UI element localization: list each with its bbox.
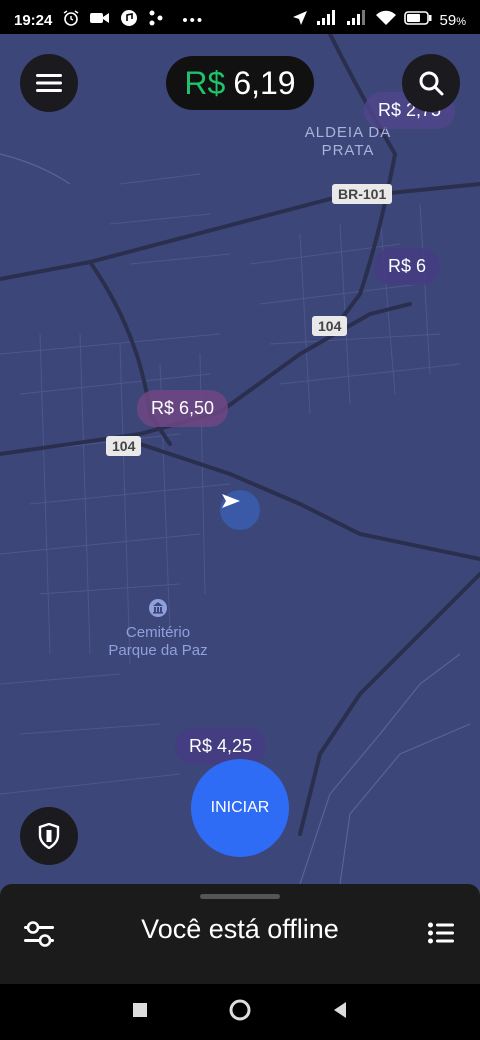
surge-price-tag: R$ 6: [374, 248, 441, 285]
search-button[interactable]: [402, 54, 460, 112]
square-icon: [133, 1002, 147, 1017]
status-right: 59%: [292, 10, 466, 30]
signal-icon: [316, 10, 338, 30]
back-button[interactable]: [332, 1001, 348, 1024]
surge-price-tag: R$ 6,50: [137, 390, 229, 427]
battery-percent: 59%: [439, 11, 466, 29]
location-arrow-icon: [292, 10, 308, 30]
list-icon: [428, 922, 454, 944]
road-shield: 104: [312, 316, 348, 336]
recents-button[interactable]: [132, 1002, 148, 1023]
video-icon: [90, 11, 110, 29]
menu-button[interactable]: [20, 54, 78, 112]
app-dots-icon: [148, 9, 164, 31]
system-nav-bar: [0, 984, 480, 1040]
map-place-label: Cemitério Parque da Paz: [108, 624, 208, 659]
status-left: 19:24 •••: [14, 9, 204, 31]
status-time: 19:24: [14, 11, 53, 29]
start-button[interactable]: INICIAR: [191, 759, 289, 857]
triangle-back-icon: [334, 1001, 346, 1018]
home-button[interactable]: [228, 998, 252, 1027]
navigation-arrow-icon: [222, 494, 240, 508]
driver-location-marker: [220, 490, 260, 530]
trip-list-button[interactable]: [428, 922, 454, 949]
bottom-sheet[interactable]: Você está offline: [0, 884, 480, 984]
alarm-icon: [62, 9, 80, 31]
offline-status-text: Você está offline: [141, 914, 339, 944]
earnings-amount: 6,19: [233, 64, 296, 101]
shield-icon: [38, 823, 60, 849]
search-icon: [419, 71, 444, 96]
road-shield: 104: [106, 436, 142, 456]
map-place-label: ALDEIA DA PRATA: [304, 124, 392, 159]
earnings-pill[interactable]: R$ 6,19: [166, 56, 314, 110]
earnings-currency: R$: [184, 64, 226, 101]
music-icon: [120, 9, 138, 31]
menu-icon: [36, 74, 62, 92]
circle-icon: [229, 999, 251, 1020]
road-shield: BR-101: [332, 184, 393, 204]
sheet-handle[interactable]: [200, 894, 280, 899]
more-notifications-icon: •••: [182, 11, 205, 29]
safety-button[interactable]: [20, 807, 78, 865]
surge-price-tag: R$ 4,25: [175, 728, 267, 765]
map-view[interactable]: ALDEIA DA PRATA Cemitério Parque da Paz BR…: [0, 34, 480, 884]
signal-icon: [346, 10, 368, 30]
wifi-icon: [375, 10, 396, 30]
battery-icon: [403, 11, 432, 29]
